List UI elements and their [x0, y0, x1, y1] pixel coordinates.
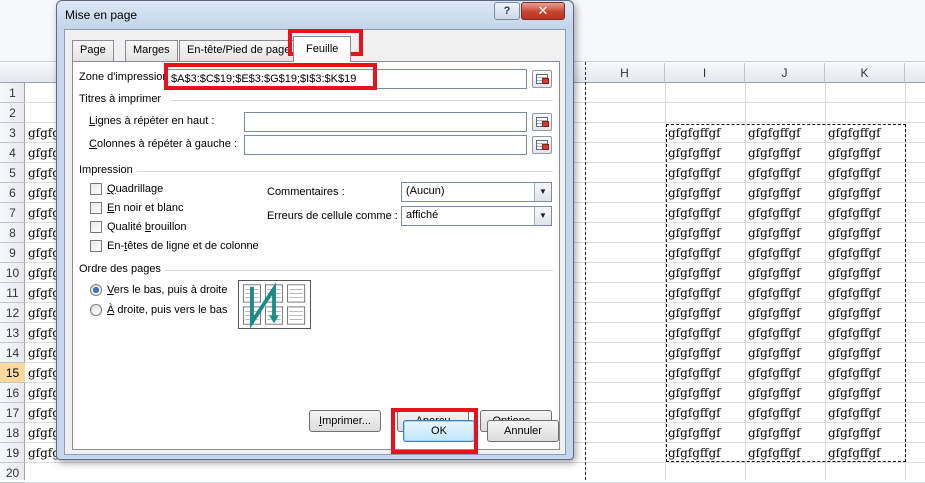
cell-column-a[interactable]: gfgfgff [28, 383, 58, 403]
tab-feuille[interactable]: Feuille [293, 36, 352, 62]
chevron-down-icon: ▼ [534, 183, 551, 201]
cell-column-a[interactable]: gfgfgff [28, 303, 58, 323]
cancel-button[interactable]: Annuler [487, 420, 559, 442]
order-group-label: Ordre des pages [79, 263, 161, 275]
print-area-label: Zone d'impression [79, 71, 169, 83]
over-then-down-radio[interactable] [90, 304, 102, 316]
help-button[interactable]: ? [494, 2, 520, 20]
print-group-line [137, 171, 553, 172]
titles-group-label: Titres à imprimer [79, 93, 162, 105]
tab-page[interactable]: Page [72, 40, 114, 61]
print-button[interactable]: Imprimer... [309, 410, 381, 432]
dialog-client: Page Marges En-tête/Pied de page Feuille… [64, 29, 566, 455]
row-header-3[interactable]: 3 [0, 123, 25, 143]
over-then-down-label: À droite, puis vers le bas [107, 304, 228, 316]
cell-column-a[interactable]: gfgfgff [28, 143, 58, 163]
print-area-border [666, 124, 906, 462]
row-header-2[interactable]: 2 [0, 103, 25, 123]
down-then-over-label: Vers le bas, puis à droite [107, 284, 228, 296]
row-header-17[interactable]: 17 [0, 403, 25, 423]
cell-column-a[interactable]: gfgfgff [28, 263, 58, 283]
row-header-12[interactable]: 12 [0, 303, 25, 323]
cell-errors-select[interactable]: affiché ▼ [401, 206, 552, 226]
down-then-over-radio[interactable] [90, 284, 102, 296]
row-header-16[interactable]: 16 [0, 383, 25, 403]
cols-repeat-input[interactable] [244, 135, 527, 155]
comments-select[interactable]: (Aucun) ▼ [401, 182, 552, 202]
row-header-15[interactable]: 15 [0, 363, 25, 383]
cell-column-a[interactable]: gfgfgff [28, 423, 58, 443]
row-header-1[interactable]: 1 [0, 83, 25, 103]
row-header-8[interactable]: 8 [0, 223, 25, 243]
titles-group-line [171, 100, 553, 101]
row-header-19[interactable]: 19 [0, 443, 25, 463]
print-area-collapse-button[interactable] [532, 70, 552, 88]
gridlines-label: Quadrillage [107, 183, 164, 195]
cell-column-a[interactable]: gfgfgff [28, 203, 58, 223]
row-col-headings-label: En-têtes de ligne et de colonne [107, 240, 259, 252]
column-header-k[interactable]: K [825, 63, 905, 83]
cell-column-a[interactable]: gfgfgff [28, 363, 58, 383]
page-setup-dialog: Mise en page ? ✕ Page Marges En-tête/Pie… [56, 0, 574, 460]
cell-errors-value: affiché [406, 209, 439, 221]
cell-column-a[interactable]: gfgfgff [28, 283, 58, 303]
cell-column-a[interactable]: gfgfgff [28, 243, 58, 263]
cell-column-a[interactable]: gfgfgff [28, 183, 58, 203]
rows-repeat-label: Lignes à répéter en haut : [89, 115, 215, 127]
column-header-h[interactable]: H [585, 63, 665, 83]
row-header-13[interactable]: 13 [0, 323, 25, 343]
page-order-icon [238, 280, 311, 329]
chevron-down-icon: ▼ [534, 207, 551, 225]
row-header-14[interactable]: 14 [0, 343, 25, 363]
draft-quality-checkbox[interactable] [90, 221, 102, 233]
close-button[interactable]: ✕ [521, 2, 565, 20]
tab-en-tete[interactable]: En-tête/Pied de page [179, 40, 299, 61]
print-group-label: Impression [79, 164, 133, 176]
ok-button[interactable]: OK [403, 420, 475, 442]
row-header-4[interactable]: 4 [0, 143, 25, 163]
cell-column-a[interactable]: gfgfgff [28, 223, 58, 243]
feuille-panel: Zone d'impression $A$3:$C$19;$E$3:$G$19;… [72, 61, 560, 450]
cell-column-a[interactable]: gfgfgff [28, 123, 58, 143]
cell-column-a[interactable]: gfgfgff [28, 343, 58, 363]
cell-errors-label: Erreurs de cellule comme : [267, 210, 398, 222]
row-header-9[interactable]: 9 [0, 243, 25, 263]
print-area-input[interactable]: $A$3:$C$19;$E$3:$G$19;$I$3:$K$19 [167, 69, 527, 89]
cell-column-a[interactable]: gfgfgff [28, 163, 58, 183]
cols-repeat-collapse-button[interactable] [532, 136, 552, 154]
dialog-titlebar[interactable]: Mise en page ? ✕ [57, 1, 573, 29]
row-col-headings-checkbox[interactable] [90, 240, 102, 252]
cols-repeat-label: Colonnes à répéter à gauche : [89, 138, 237, 150]
cell-column-a[interactable]: gfgfgff [28, 443, 58, 463]
black-white-label: En noir et blanc [107, 202, 184, 214]
row-header-11[interactable]: 11 [0, 283, 25, 303]
cell-column-a[interactable]: gfgfgff [28, 403, 58, 423]
row-header-column: 1 2 3 4 5 6 7 8 9 10 11 12 13 14 15 16 17 18 19 20 [0, 83, 25, 483]
column-header-i[interactable]: I [665, 63, 745, 83]
row-header-5[interactable]: 5 [0, 163, 25, 183]
comments-value: (Aucun) [406, 185, 445, 197]
cell-column-a[interactable]: gfgfgff [28, 323, 58, 343]
row-header-18[interactable]: 18 [0, 423, 25, 443]
black-white-checkbox[interactable] [90, 202, 102, 214]
row-header-20[interactable]: 20 [0, 463, 25, 483]
rows-repeat-input[interactable] [244, 112, 527, 132]
dialog-title: Mise en page [65, 8, 138, 22]
row-header-6[interactable]: 6 [0, 183, 25, 203]
comments-label: Commentaires : [267, 186, 345, 198]
rows-repeat-collapse-button[interactable] [532, 113, 552, 131]
order-group-line [165, 270, 553, 271]
draft-quality-label: Qualité brouillon [107, 221, 187, 233]
column-header-j[interactable]: J [745, 63, 825, 83]
row-header-7[interactable]: 7 [0, 203, 25, 223]
gridlines-checkbox[interactable] [90, 183, 102, 195]
tab-marges[interactable]: Marges [125, 40, 178, 61]
page-break-line [585, 62, 586, 480]
row-header-10[interactable]: 10 [0, 263, 25, 283]
